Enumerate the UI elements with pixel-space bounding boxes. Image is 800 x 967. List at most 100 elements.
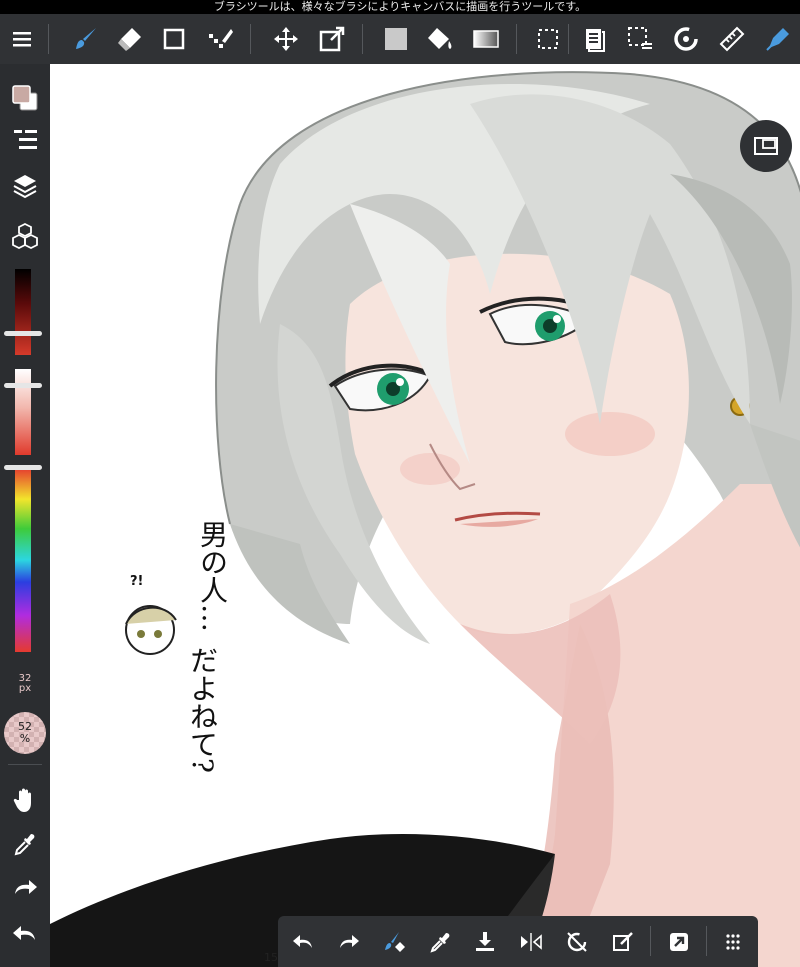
rotate-icon xyxy=(674,27,698,51)
redo-button[interactable] xyxy=(330,922,368,962)
opacity-unit: % xyxy=(19,732,31,745)
color-swatch-button[interactable] xyxy=(5,78,45,118)
rotate-reset-button[interactable] xyxy=(558,922,596,962)
brush-list-button[interactable] xyxy=(5,120,45,160)
brush-tool-button[interactable] xyxy=(64,14,108,64)
bottom-toolbar xyxy=(278,916,758,967)
rectangle-icon xyxy=(163,28,185,50)
gradient-tool-button[interactable] xyxy=(464,14,508,64)
hue-slider[interactable] xyxy=(15,468,31,652)
brush-eraser-toggle-button[interactable] xyxy=(376,922,414,962)
navigator-icon xyxy=(754,137,778,155)
move-icon xyxy=(274,27,298,51)
fill-square-icon xyxy=(385,28,407,50)
layers-icon xyxy=(13,175,37,199)
copy-layer-icon xyxy=(586,29,605,52)
transform-icon xyxy=(319,26,345,52)
handwriting-line-1: 男の人… xyxy=(196,520,229,632)
brush-eraser-toggle-icon xyxy=(385,932,405,952)
bottom-toolbar-divider xyxy=(706,926,707,956)
undo-button[interactable] xyxy=(284,922,322,962)
dot-tool-button[interactable] xyxy=(198,14,242,64)
brush-size-indicator[interactable]: 32 px xyxy=(0,674,50,694)
eraser-icon xyxy=(118,28,141,51)
drawing-canvas[interactable]: 男の人… だよねて? ?! xyxy=(50,64,800,967)
more-menu-button[interactable] xyxy=(714,922,752,962)
artwork xyxy=(50,71,800,967)
layers-button[interactable] xyxy=(5,166,45,206)
flip-button[interactable] xyxy=(512,922,550,962)
fill-color-button[interactable] xyxy=(374,14,418,64)
grid-menu-icon xyxy=(726,934,740,950)
clear-button[interactable] xyxy=(604,922,642,962)
paint-bucket-icon xyxy=(428,28,452,49)
eraser-tool-button[interactable] xyxy=(108,14,152,64)
brightness-slider[interactable] xyxy=(15,269,31,355)
undo-icon xyxy=(13,926,35,940)
rotate-reset-icon xyxy=(567,932,587,952)
transform-tool-button[interactable] xyxy=(310,14,354,64)
toolbar-divider xyxy=(568,24,569,54)
material-button[interactable] xyxy=(756,14,800,64)
redo-icon xyxy=(15,880,37,894)
eyedropper-button[interactable] xyxy=(5,824,45,864)
save-button[interactable] xyxy=(466,922,504,962)
ruler-icon xyxy=(719,26,745,52)
move-tool-button[interactable] xyxy=(264,14,308,64)
toolbar-divider xyxy=(48,24,49,54)
hand-tool-button[interactable] xyxy=(5,780,45,820)
pen-nib-icon xyxy=(766,28,789,51)
selection-menu-button[interactable] xyxy=(618,14,662,64)
brush-icon xyxy=(76,28,96,49)
rotate-button[interactable] xyxy=(664,14,708,64)
bucket-tool-button[interactable] xyxy=(418,14,462,64)
page-number: 15 xyxy=(264,951,278,964)
export-button[interactable] xyxy=(660,922,698,962)
copy-layer-button[interactable] xyxy=(572,14,616,64)
export-icon xyxy=(670,933,688,951)
navigator-toggle-button[interactable] xyxy=(740,120,792,172)
eyedropper-icon xyxy=(14,834,35,856)
flip-icon xyxy=(521,933,542,951)
materials-button[interactable] xyxy=(5,216,45,256)
shape-tool-button[interactable] xyxy=(152,14,196,64)
medibang-app: ブラシツールは、様々なブラシによりキャンバスに描画を行うツールです。 32 px… xyxy=(0,0,800,967)
tool-hint-bar: ブラシツールは、様々なブラシによりキャンバスに描画を行うツールです。 xyxy=(0,0,800,14)
handwritten-note-2: だよねて? xyxy=(178,646,219,836)
hue-slider-handle[interactable] xyxy=(4,465,42,470)
select-rect-icon xyxy=(538,29,558,49)
cubes-icon xyxy=(12,222,38,250)
select-tool-button[interactable] xyxy=(526,14,570,64)
menu-button[interactable] xyxy=(0,14,44,64)
saturation-slider[interactable] xyxy=(15,369,31,455)
left-toolbar: 32 px 52 % xyxy=(0,64,50,967)
selection-menu-icon xyxy=(628,27,652,49)
gradient-icon xyxy=(473,30,499,48)
ruler-button[interactable] xyxy=(710,14,754,64)
save-icon xyxy=(476,932,494,951)
redo-side-button[interactable] xyxy=(5,868,45,908)
handwriting-line-2: だよねて? xyxy=(186,646,219,774)
toolbar-divider xyxy=(250,24,251,54)
eyedropper-icon xyxy=(430,933,450,953)
brush-list-icon xyxy=(14,130,37,149)
brush-size-unit: px xyxy=(18,683,32,694)
redo-icon xyxy=(340,935,359,948)
color-swatch-icon xyxy=(12,85,38,111)
hand-icon xyxy=(13,788,31,812)
eyedropper-bottom-button[interactable] xyxy=(422,922,460,962)
left-toolbar-divider xyxy=(8,764,42,765)
dot-pen-icon xyxy=(209,29,233,48)
toolbar-divider xyxy=(516,24,517,54)
saturation-slider-handle[interactable] xyxy=(4,383,42,388)
undo-side-button[interactable] xyxy=(5,914,45,954)
undo-icon xyxy=(293,935,312,948)
bottom-toolbar-divider xyxy=(650,926,651,956)
top-toolbar xyxy=(0,14,800,64)
clear-icon xyxy=(613,932,633,951)
opacity-indicator[interactable]: 52 % xyxy=(4,712,46,754)
hamburger-menu-icon xyxy=(13,32,31,47)
toolbar-divider xyxy=(362,24,363,54)
sticker-exclaim: ?! xyxy=(130,574,144,589)
brightness-slider-handle[interactable] xyxy=(4,331,42,336)
